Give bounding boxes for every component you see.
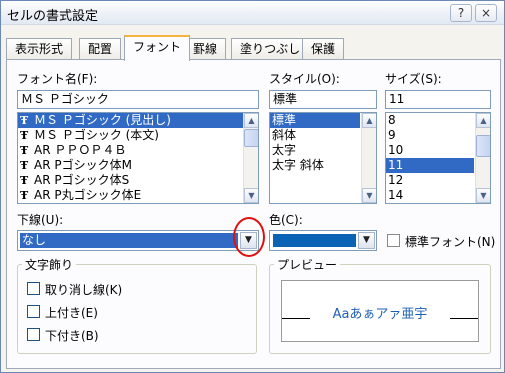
style-label: スタイル(O):: [269, 72, 340, 86]
font-name-list[interactable]: Ŧ ＭＳ Ｐゴシック (見出し) Ŧ ＭＳ Ｐゴシック (本文) Ŧ AR ＰＰＯＰ４…: [17, 112, 259, 204]
underline-select[interactable]: なし ▼: [17, 230, 259, 251]
size-list-scrollbar[interactable]: ▲ ▼: [475, 113, 490, 203]
color-label: 色(C):: [269, 213, 303, 227]
list-item[interactable]: Ŧ AR P丸ゴシック体E: [18, 188, 258, 203]
preview-title: プレビュー: [274, 256, 341, 273]
title-bar: セルの書式設定 ? ×: [1, 1, 504, 25]
scroll-thumb[interactable]: [476, 135, 490, 157]
preview-sample: Aaあぁアァ亜宇: [332, 307, 428, 322]
font-name-label: フォント名(F):: [17, 72, 98, 86]
help-button[interactable]: ?: [450, 4, 472, 22]
truetype-icon: Ŧ: [20, 174, 29, 187]
scroll-up-icon[interactable]: ▲: [476, 113, 490, 128]
close-button[interactable]: ×: [475, 4, 497, 22]
list-item[interactable]: Ŧ AR Pゴシック体M: [18, 158, 258, 173]
superscript-checkbox[interactable]: [27, 305, 40, 318]
tab-number-format[interactable]: 表示形式: [6, 38, 73, 60]
scroll-up-icon[interactable]: ▲: [362, 113, 376, 128]
superscript-label: 上付き(E): [45, 306, 98, 320]
font-name-input[interactable]: ＭＳ Ｐゴシック: [17, 90, 259, 109]
scroll-down-icon[interactable]: ▼: [244, 188, 258, 203]
truetype-icon: Ŧ: [20, 144, 29, 157]
list-item[interactable]: Ŧ ＭＳ Ｐゴシック (見出し): [18, 113, 258, 128]
list-item[interactable]: Ŧ ＭＳ Ｐゴシック (本文): [18, 128, 258, 143]
style-input[interactable]: 標準: [269, 90, 377, 109]
size-label: サイズ(S):: [385, 72, 442, 86]
subscript-label: 下付き(B): [45, 329, 99, 343]
subscript-checkbox[interactable]: [27, 328, 40, 341]
scroll-up-icon[interactable]: ▲: [244, 113, 258, 128]
color-select[interactable]: ▼: [269, 230, 377, 251]
style-list-scrollbar[interactable]: ▲ ▼: [361, 113, 376, 203]
strikethrough-label: 取り消し線(K): [45, 283, 123, 297]
chevron-down-icon[interactable]: ▼: [358, 232, 375, 249]
truetype-icon: Ŧ: [20, 129, 29, 142]
effects-title: 文字飾り: [22, 256, 77, 273]
truetype-icon: Ŧ: [20, 189, 29, 202]
tab-border[interactable]: 罫線: [184, 38, 227, 60]
scroll-down-icon[interactable]: ▼: [476, 188, 490, 203]
format-cells-dialog: セルの書式設定 ? × 表示形式 配置 フォント 罫線 塗りつぶし 保護 フォン…: [0, 0, 505, 373]
size-list[interactable]: 8 9 10 11 12 14 ▲ ▼: [385, 112, 491, 204]
underline-value: なし: [20, 233, 238, 248]
underline-label: 下線(U):: [17, 213, 64, 227]
tab-alignment[interactable]: 配置: [79, 38, 122, 60]
list-item[interactable]: 11: [386, 158, 474, 173]
tab-font[interactable]: フォント: [124, 35, 191, 61]
size-input[interactable]: 11: [385, 90, 491, 109]
font-tab-panel: フォント名(F): ＭＳ Ｐゴシック Ŧ ＭＳ Ｐゴシック (見出し) Ŧ ＭＳ Ｐ…: [6, 59, 501, 369]
normal-font-label: 標準フォント(N): [405, 235, 496, 249]
scroll-thumb[interactable]: [244, 129, 258, 147]
truetype-icon: Ŧ: [20, 114, 29, 127]
font-list-scrollbar[interactable]: ▲ ▼: [243, 113, 258, 203]
strikethrough-checkbox[interactable]: [27, 282, 40, 295]
highlight-circle: [233, 217, 265, 257]
list-item[interactable]: Ŧ AR ＰＰＯＰ４Ｂ: [18, 143, 258, 158]
list-item[interactable]: Ŧ AR Pゴシック体S: [18, 173, 258, 188]
tab-protection[interactable]: 保護: [302, 38, 345, 60]
truetype-icon: Ŧ: [20, 159, 29, 172]
list-item[interactable]: 標準: [270, 113, 360, 128]
dialog-title: セルの書式設定: [7, 9, 99, 24]
normal-font-checkbox[interactable]: [387, 234, 400, 247]
scroll-down-icon[interactable]: ▼: [362, 188, 376, 203]
preview-box: Aaあぁアァ亜宇: [281, 280, 479, 342]
style-list[interactable]: 標準 斜体 太字 太字 斜体 ▲ ▼: [269, 112, 377, 204]
tab-strip: 表示形式 配置 フォント 罫線 塗りつぶし 保護: [6, 35, 501, 61]
tab-fill[interactable]: 塗りつぶし: [231, 38, 310, 60]
color-swatch: [273, 234, 356, 247]
